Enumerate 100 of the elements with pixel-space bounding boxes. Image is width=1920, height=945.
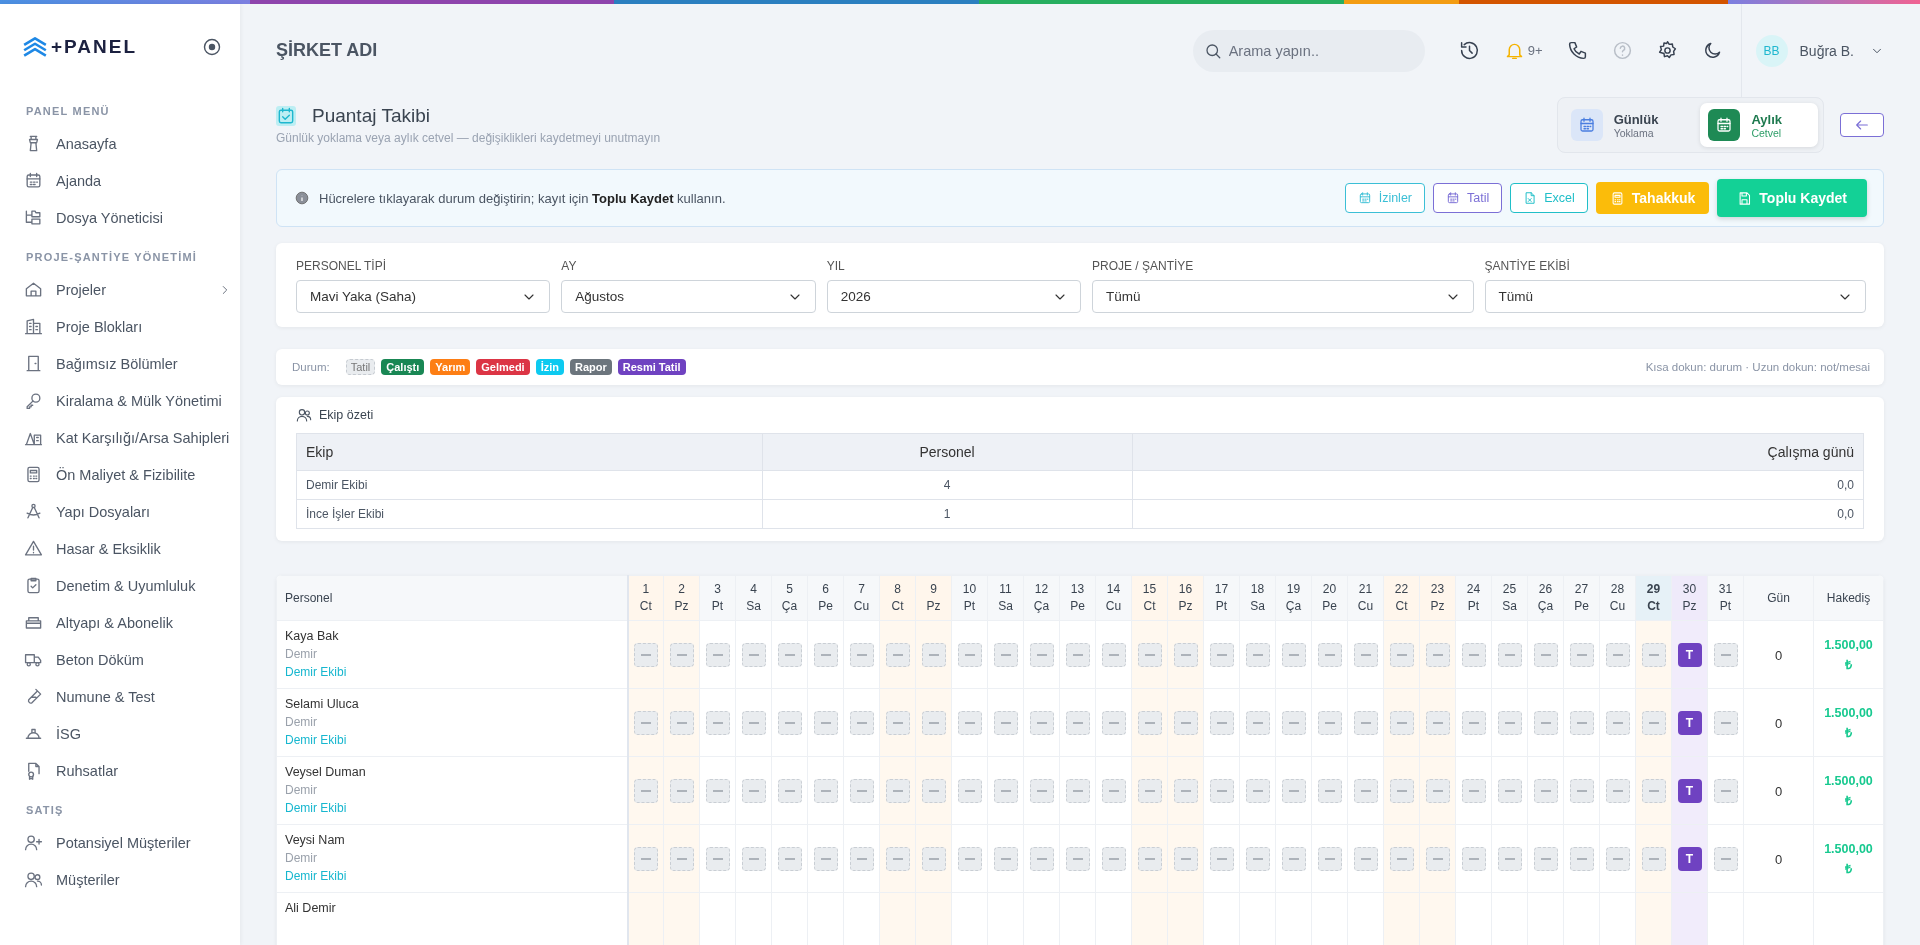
- empty-status-cell[interactable]: [993, 710, 1018, 735]
- select-field[interactable]: Mavi Yaka (Saha): [296, 280, 551, 313]
- empty-status-cell[interactable]: [921, 710, 946, 735]
- empty-status-cell[interactable]: [957, 846, 982, 871]
- empty-status-cell[interactable]: [1533, 778, 1558, 803]
- sidebar-toggle-icon[interactable]: [202, 37, 222, 57]
- empty-status-cell[interactable]: [1209, 846, 1234, 871]
- empty-status-cell[interactable]: [1281, 710, 1306, 735]
- empty-status-cell[interactable]: [849, 846, 874, 871]
- nav-item[interactable]: Yapı Dosyaları: [0, 493, 240, 530]
- view-tab[interactable]: Aylık Cetvel: [1700, 103, 1818, 147]
- empty-status-cell[interactable]: [1389, 642, 1414, 667]
- empty-status-cell[interactable]: [1317, 642, 1342, 667]
- empty-status-cell[interactable]: [633, 846, 658, 871]
- empty-status-cell[interactable]: [993, 778, 1018, 803]
- empty-status-cell[interactable]: [1425, 710, 1450, 735]
- empty-status-cell[interactable]: [813, 710, 838, 735]
- empty-status-cell[interactable]: [741, 846, 766, 871]
- empty-status-cell[interactable]: [1209, 642, 1234, 667]
- empty-status-cell[interactable]: [1137, 846, 1162, 871]
- empty-status-cell[interactable]: [1713, 778, 1738, 803]
- holiday-status-cell[interactable]: T: [1677, 710, 1702, 735]
- empty-status-cell[interactable]: [669, 778, 694, 803]
- empty-status-cell[interactable]: [1137, 710, 1162, 735]
- empty-status-cell[interactable]: [1065, 846, 1090, 871]
- empty-status-cell[interactable]: [777, 642, 802, 667]
- empty-status-cell[interactable]: [741, 710, 766, 735]
- empty-status-cell[interactable]: [777, 710, 802, 735]
- empty-status-cell[interactable]: [885, 778, 910, 803]
- nav-item[interactable]: Müşteriler: [0, 861, 240, 898]
- empty-status-cell[interactable]: [957, 778, 982, 803]
- nav-item[interactable]: Bağımsız Bölümler: [0, 345, 240, 382]
- empty-status-cell[interactable]: [1425, 778, 1450, 803]
- empty-status-cell[interactable]: [1713, 846, 1738, 871]
- empty-status-cell[interactable]: [1101, 846, 1126, 871]
- empty-status-cell[interactable]: [1497, 846, 1522, 871]
- empty-status-cell[interactable]: [669, 710, 694, 735]
- empty-status-cell[interactable]: [1029, 710, 1054, 735]
- empty-status-cell[interactable]: [957, 642, 982, 667]
- empty-status-cell[interactable]: [633, 778, 658, 803]
- empty-status-cell[interactable]: [1497, 642, 1522, 667]
- empty-status-cell[interactable]: [1065, 642, 1090, 667]
- holiday-status-cell[interactable]: T: [1677, 778, 1702, 803]
- empty-status-cell[interactable]: [1605, 846, 1630, 871]
- empty-status-cell[interactable]: [849, 642, 874, 667]
- toolbar-button[interactable]: Tatil: [1433, 183, 1503, 213]
- empty-status-cell[interactable]: [1353, 710, 1378, 735]
- holiday-status-cell[interactable]: T: [1677, 642, 1702, 667]
- empty-status-cell[interactable]: [741, 778, 766, 803]
- empty-status-cell[interactable]: [885, 710, 910, 735]
- empty-status-cell[interactable]: [1029, 778, 1054, 803]
- empty-status-cell[interactable]: [1533, 846, 1558, 871]
- empty-status-cell[interactable]: [1281, 846, 1306, 871]
- empty-status-cell[interactable]: [1245, 846, 1270, 871]
- empty-status-cell[interactable]: [1497, 778, 1522, 803]
- empty-status-cell[interactable]: [705, 710, 730, 735]
- nav-item[interactable]: Kiralama & Mülk Yönetimi: [0, 382, 240, 419]
- empty-status-cell[interactable]: [993, 642, 1018, 667]
- empty-status-cell[interactable]: [1389, 778, 1414, 803]
- nav-item[interactable]: Anasayfa: [0, 125, 240, 162]
- empty-status-cell[interactable]: [741, 642, 766, 667]
- empty-status-cell[interactable]: [849, 710, 874, 735]
- empty-status-cell[interactable]: [1389, 846, 1414, 871]
- empty-status-cell[interactable]: [1317, 778, 1342, 803]
- empty-status-cell[interactable]: [885, 846, 910, 871]
- empty-status-cell[interactable]: [1569, 710, 1594, 735]
- empty-status-cell[interactable]: [1425, 846, 1450, 871]
- empty-status-cell[interactable]: [921, 642, 946, 667]
- empty-status-cell[interactable]: [1353, 778, 1378, 803]
- empty-status-cell[interactable]: [813, 642, 838, 667]
- empty-status-cell[interactable]: [1605, 778, 1630, 803]
- empty-status-cell[interactable]: [705, 642, 730, 667]
- empty-status-cell[interactable]: [1353, 642, 1378, 667]
- nav-item[interactable]: Numune & Test: [0, 678, 240, 715]
- empty-status-cell[interactable]: [1029, 642, 1054, 667]
- empty-status-cell[interactable]: [1137, 778, 1162, 803]
- empty-status-cell[interactable]: [1245, 778, 1270, 803]
- empty-status-cell[interactable]: [1533, 642, 1558, 667]
- empty-status-cell[interactable]: [669, 846, 694, 871]
- nav-item[interactable]: Ön Maliyet & Fizibilite: [0, 456, 240, 493]
- empty-status-cell[interactable]: [1101, 642, 1126, 667]
- empty-status-cell[interactable]: [1533, 710, 1558, 735]
- select-field[interactable]: Tümü: [1484, 280, 1866, 313]
- empty-status-cell[interactable]: [1173, 778, 1198, 803]
- empty-status-cell[interactable]: [1389, 710, 1414, 735]
- empty-status-cell[interactable]: [1173, 710, 1198, 735]
- select-field[interactable]: 2026: [826, 280, 1081, 313]
- empty-status-cell[interactable]: [1641, 846, 1666, 871]
- empty-status-cell[interactable]: [1461, 642, 1486, 667]
- empty-status-cell[interactable]: [921, 778, 946, 803]
- empty-status-cell[interactable]: [813, 846, 838, 871]
- empty-status-cell[interactable]: [1641, 710, 1666, 735]
- nav-item[interactable]: Potansiyel Müşteriler: [0, 824, 240, 861]
- back-button[interactable]: [1840, 113, 1884, 137]
- nav-item[interactable]: İSG: [0, 715, 240, 752]
- empty-status-cell[interactable]: [1029, 846, 1054, 871]
- view-tab[interactable]: Günlük Yoklama: [1562, 103, 1695, 147]
- empty-status-cell[interactable]: [813, 778, 838, 803]
- empty-status-cell[interactable]: [885, 642, 910, 667]
- empty-status-cell[interactable]: [1065, 778, 1090, 803]
